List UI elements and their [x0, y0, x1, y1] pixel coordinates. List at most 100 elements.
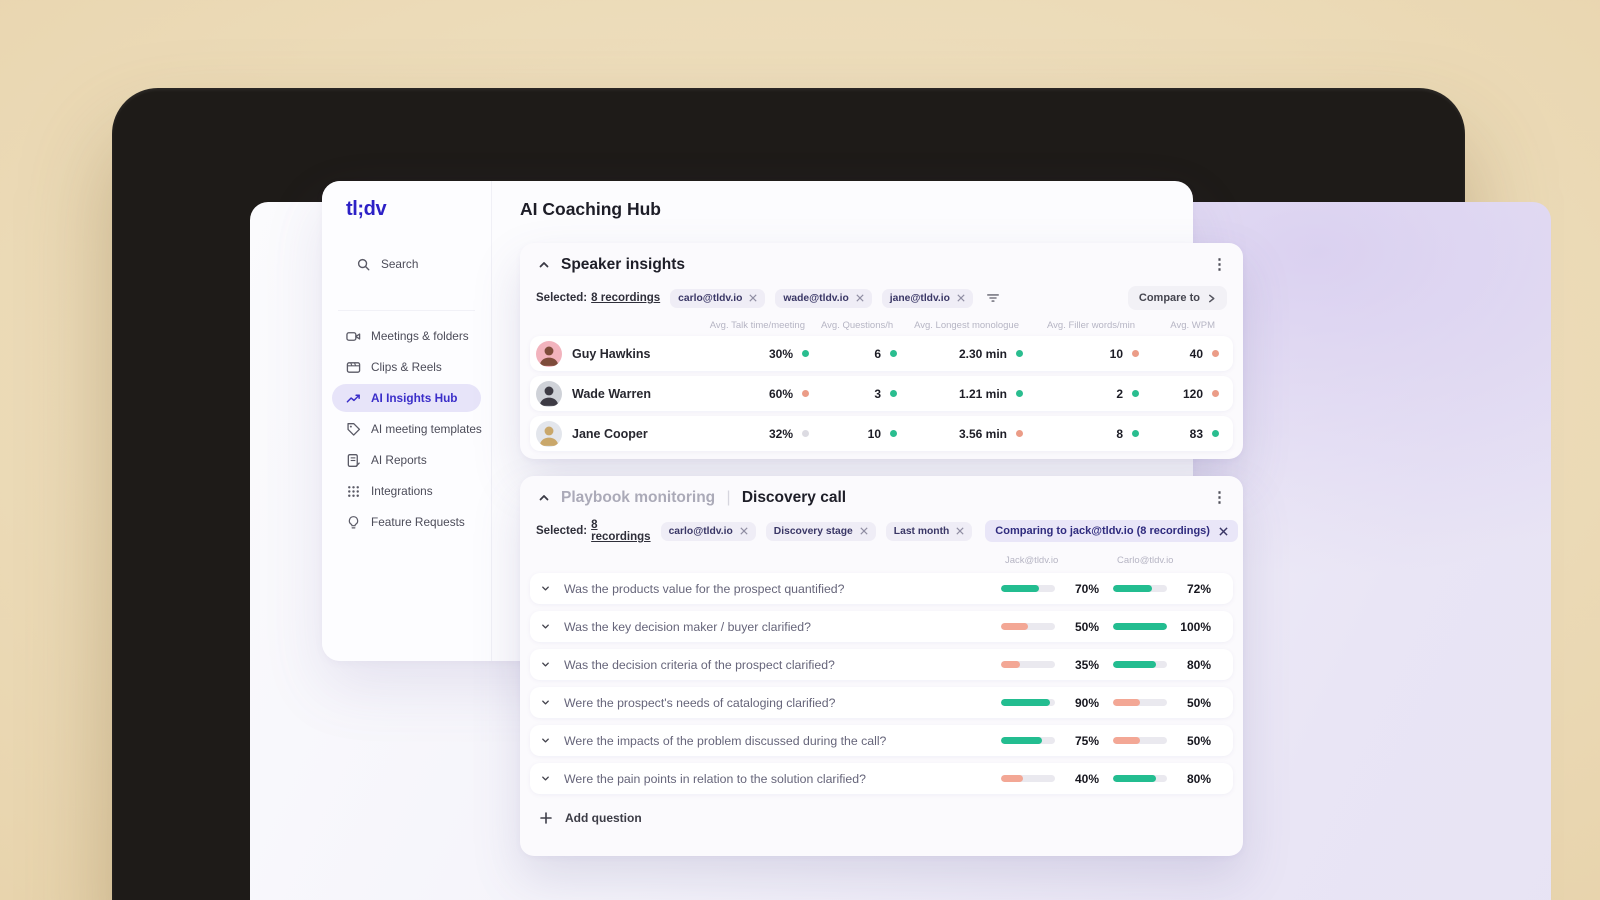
speaker-row-wade-warren[interactable]: Wade Warren 60% 3 1.21 min 2 120: [530, 376, 1233, 411]
discovery-call-label: Discovery call: [741, 489, 847, 506]
status-dot: [1016, 430, 1023, 437]
status-dot: [1212, 350, 1219, 357]
progress-bar: [1001, 585, 1055, 592]
question-text: Were the prospect's needs of cataloging …: [564, 695, 836, 710]
sidebar-item-integrations[interactable]: Integrations: [332, 477, 481, 505]
filter-chip-discovery-stage[interactable]: Discovery stage: [765, 521, 876, 541]
chevron-down-icon[interactable]: [540, 583, 551, 594]
close-icon[interactable]: [957, 294, 965, 302]
status-dot: [1016, 350, 1023, 357]
question-row[interactable]: Was the products value for the prospect …: [530, 573, 1233, 604]
sidebar-item-ai-insights-hub[interactable]: AI Insights Hub: [332, 384, 481, 412]
comparing-to-chip[interactable]: Comparing to jack@tldv.io (8 recordings): [985, 520, 1238, 542]
speaker-insights-card: Speaker insights ⋮ Selected: 8 recording…: [520, 243, 1243, 459]
compare-to-label: Compare to: [1138, 292, 1200, 304]
playbook-columns-header: Jack@tldv.io Carlo@tldv.io: [520, 543, 1243, 566]
chip-label: wade@tldv.io: [783, 292, 849, 304]
speaker-row-jane-cooper[interactable]: Jane Cooper 32% 10 3.56 min 8 83: [530, 416, 1233, 451]
filter-chip-wade[interactable]: wade@tldv.io: [775, 288, 872, 308]
close-icon[interactable]: [1219, 526, 1228, 536]
title-separator: |: [726, 489, 731, 506]
sidebar-item-label: Clips & Reels: [371, 360, 442, 374]
kebab-menu-icon[interactable]: ⋮: [1212, 490, 1227, 505]
close-icon[interactable]: [740, 527, 748, 535]
search-input[interactable]: Search: [342, 250, 471, 278]
filter-chip-carlo[interactable]: carlo@tldv.io: [670, 288, 766, 308]
chevron-down-icon[interactable]: [540, 659, 551, 670]
close-icon[interactable]: [749, 294, 757, 302]
grid-dots-icon: [348, 485, 359, 497]
question-row[interactable]: Was the key decision maker / buyer clari…: [530, 611, 1233, 642]
carlo-score: 80%: [1113, 772, 1219, 786]
jack-score: 75%: [1001, 734, 1103, 748]
status-dot: [1016, 390, 1023, 397]
carlo-score: 50%: [1113, 734, 1219, 748]
status-dot: [1132, 430, 1139, 437]
selected-recordings-link[interactable]: 8 recordings: [591, 292, 660, 304]
close-icon[interactable]: [856, 294, 864, 302]
carlo-score: 100%: [1113, 620, 1219, 634]
progress-bar: [1113, 699, 1167, 706]
column-header-jack: Jack@tldv.io: [1005, 555, 1059, 566]
status-dot: [1132, 390, 1139, 397]
sidebar-item-label: AI Reports: [371, 453, 427, 467]
tag-icon: [347, 422, 361, 436]
report-document-icon: [347, 453, 360, 467]
progress-bar: [1001, 699, 1055, 706]
chip-label: jane@tldv.io: [889, 292, 950, 304]
playbook-monitoring-card: Playbook monitoring | Discovery call ⋮ S…: [520, 476, 1243, 856]
chip-label: Last month: [893, 525, 950, 537]
progress-bar: [1001, 661, 1055, 668]
close-icon[interactable]: [956, 527, 964, 535]
sidebar-item-ai-reports[interactable]: AI Reports: [332, 446, 481, 474]
chip-label: carlo@tldv.io: [678, 292, 743, 304]
question-row[interactable]: Was the decision criteria of the prospec…: [530, 649, 1233, 680]
sidebar-item-ai-meeting-templates[interactable]: AI meeting templates: [332, 415, 482, 443]
sidebar-item-meetings-folders[interactable]: Meetings & folders: [332, 322, 481, 350]
jack-score: 90%: [1001, 696, 1103, 710]
filter-chip-carlo[interactable]: carlo@tldv.io: [660, 521, 756, 541]
sidebar-item-feature-requests[interactable]: Feature Requests: [332, 508, 481, 536]
progress-bar: [1113, 585, 1167, 592]
jack-score: 40%: [1001, 772, 1103, 786]
question-row[interactable]: Were the prospect's needs of cataloging …: [530, 687, 1233, 718]
filter-chip-last-month[interactable]: Last month: [885, 521, 973, 541]
chevron-down-icon[interactable]: [540, 621, 551, 632]
selected-label: Selected:: [536, 525, 588, 537]
filter-chip-jane[interactable]: jane@tldv.io: [881, 288, 973, 308]
chevron-down-icon[interactable]: [540, 773, 551, 784]
progress-bar: [1113, 775, 1167, 782]
progress-bar: [1113, 661, 1167, 668]
search-label: Search: [381, 257, 419, 271]
lightbulb-icon: [348, 515, 359, 528]
column-header: Avg. Filler words/min: [1047, 320, 1135, 331]
close-icon[interactable]: [860, 527, 868, 535]
video-camera-icon: [346, 331, 361, 341]
card-title: Playbook monitoring | Discovery call: [561, 489, 846, 507]
kebab-menu-icon[interactable]: ⋮: [1212, 257, 1227, 272]
question-text: Was the decision criteria of the prospec…: [564, 657, 835, 672]
carlo-score: 50%: [1113, 696, 1219, 710]
sidebar-item-clips-reels[interactable]: Clips & Reels: [332, 353, 481, 381]
chevron-down-icon[interactable]: [540, 697, 551, 708]
playbook-monitoring-label: Playbook monitoring: [561, 489, 716, 506]
speaker-row-guy-hawkins[interactable]: Guy Hawkins 30% 6 2.30 min 10 40: [530, 336, 1233, 371]
add-question-button[interactable]: Add question: [530, 805, 1233, 831]
question-row[interactable]: Were the impacts of the problem discusse…: [530, 725, 1233, 756]
status-dot: [890, 350, 897, 357]
progress-bar: [1113, 623, 1167, 630]
tldv-logo: tl;dv: [346, 198, 387, 220]
collapse-chevron-up-icon[interactable]: [536, 490, 552, 506]
compare-to-button[interactable]: Compare to: [1127, 286, 1227, 310]
question-row[interactable]: Were the pain points in relation to the …: [530, 763, 1233, 794]
collapse-chevron-up-icon[interactable]: [536, 257, 552, 273]
avatar: [536, 380, 562, 407]
marketing-desktop: { "app": { "logo": "tl;dv", "title": "AI…: [0, 0, 1600, 900]
plus-icon: [540, 812, 552, 824]
jack-score: 50%: [1001, 620, 1103, 634]
filter-icon[interactable]: [986, 291, 1000, 305]
chevron-down-icon[interactable]: [540, 735, 551, 746]
selected-recordings-link[interactable]: 8 recordings: [591, 519, 650, 543]
question-text: Was the key decision maker / buyer clari…: [564, 619, 811, 634]
column-header: Avg. Talk time/meeting: [709, 320, 805, 331]
